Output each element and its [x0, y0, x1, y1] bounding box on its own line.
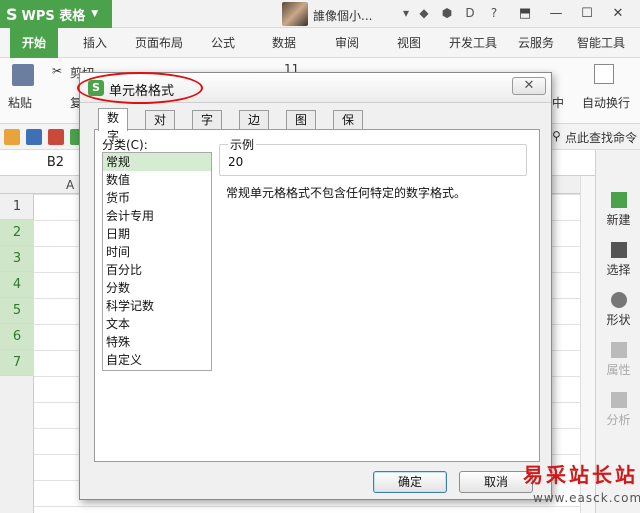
tab-border[interactable]: 边框 — [239, 110, 270, 145]
watermark-text: 易采站长站 — [523, 463, 638, 487]
minimize-icon[interactable]: — — [545, 4, 567, 24]
list-item[interactable]: 数值 — [103, 171, 211, 189]
scissors-icon[interactable]: ✂ — [52, 64, 62, 78]
chevron-down-icon[interactable]: ▾ — [399, 6, 413, 20]
wps-logo-icon: S — [88, 80, 104, 96]
dialog-close-button[interactable]: ✕ — [512, 77, 546, 95]
row-header[interactable]: 5 — [0, 298, 34, 324]
row-header[interactable]: 6 — [0, 324, 34, 350]
tab-developer[interactable]: 开发工具 — [449, 28, 497, 58]
search-icon[interactable]: ⚲ — [552, 129, 561, 143]
side-item-label: 新建 — [606, 213, 631, 227]
list-item[interactable]: 百分比 — [103, 261, 211, 279]
list-item[interactable]: 分数 — [103, 279, 211, 297]
app-name: WPS 表格 — [21, 8, 86, 24]
shapes-icon — [610, 292, 627, 308]
restore-tab-icon[interactable]: ⬒ — [514, 4, 536, 24]
tab-cloud[interactable]: 云服务 — [518, 28, 554, 58]
avatar[interactable] — [282, 2, 308, 26]
tab-page-layout[interactable]: 页面布局 — [135, 28, 183, 58]
row-header[interactable]: 7 — [0, 350, 34, 376]
side-item-analyze[interactable]: 分析 — [596, 392, 640, 428]
list-item[interactable]: 时间 — [103, 243, 211, 261]
side-item-select[interactable]: 选择 — [596, 242, 640, 278]
help-icon[interactable]: ? — [487, 6, 501, 20]
chevron-down-icon: ▼ — [91, 9, 99, 19]
row-header[interactable]: 2 — [0, 220, 34, 246]
center-button[interactable]: 中 — [552, 94, 564, 111]
tab-home[interactable]: 开始 — [10, 28, 59, 58]
new-document-icon — [610, 192, 627, 208]
title-bar: S WPS 表格 ▼ 誰像個小... ▾ ◆ ⬢ D ? ⬒ — ☐ ✕ — [0, 0, 640, 28]
tab-review[interactable]: 审阅 — [335, 28, 359, 58]
list-item[interactable]: 日期 — [103, 225, 211, 243]
tab-data[interactable]: 数据 — [272, 28, 296, 58]
list-item[interactable]: 会计专用 — [103, 207, 211, 225]
side-item-label: 属性 — [606, 363, 631, 377]
close-icon[interactable]: ✕ — [607, 4, 629, 24]
dialog-title-bar[interactable]: S 单元格格式 ✕ — [77, 72, 551, 104]
property-icon — [610, 342, 627, 358]
tab-alignment[interactable]: 对齐 — [145, 110, 176, 145]
ok-button[interactable]: 确定 — [373, 471, 447, 493]
tab-font[interactable]: 字体 — [192, 110, 223, 145]
watermark-url: www.easck.com — [533, 491, 640, 505]
watermark-logo: 易采站长站 www.easck.com — [515, 455, 640, 513]
list-item[interactable]: 科学记数 — [103, 297, 211, 315]
save-icon[interactable] — [26, 129, 42, 145]
list-item[interactable]: 自定义 — [103, 351, 211, 369]
clipboard-icon — [12, 64, 34, 86]
tab-view[interactable]: 视图 — [397, 28, 421, 58]
auto-wrap-button[interactable]: 自动换行 — [582, 94, 630, 111]
list-item[interactable]: 文本 — [103, 315, 211, 333]
sample-group: 示例 20 — [219, 136, 527, 176]
list-item[interactable]: 特殊 — [103, 333, 211, 351]
side-item-shape[interactable]: 形状 — [596, 292, 640, 328]
tab-smart-tools[interactable]: 智能工具 — [577, 28, 625, 58]
list-item[interactable]: 常规 — [103, 153, 211, 171]
tab-pattern[interactable]: 图案 — [286, 110, 317, 145]
wps-logo-icon: S — [6, 4, 18, 24]
row-headers: 1 2 3 4 5 6 7 — [0, 194, 34, 513]
row-header[interactable]: 4 — [0, 272, 34, 298]
tab-insert[interactable]: 插入 — [83, 28, 107, 58]
side-item-new[interactable]: 新建 — [596, 192, 640, 228]
find-command[interactable]: 点此查找命令 — [565, 129, 637, 146]
dialog-title: 单元格格式 — [109, 84, 175, 99]
auto-wrap-icon[interactable] — [594, 64, 614, 87]
tab-formulas[interactable]: 公式 — [211, 28, 235, 58]
ribbon-tabs: 开始 插入 页面布局 公式 数据 审阅 视图 开发工具 云服务 智能工具 — [0, 28, 640, 58]
user-name[interactable]: 誰像個小... — [313, 7, 372, 24]
skin-icon[interactable]: ◆ — [417, 6, 431, 20]
column-header-a[interactable]: A — [66, 178, 74, 192]
category-list[interactable]: 常规 数值 货币 会计专用 日期 时间 百分比 分数 科学记数 文本 特殊 自定… — [102, 152, 212, 371]
paste-button[interactable] — [12, 64, 34, 89]
sample-value: 20 — [228, 155, 244, 169]
list-item[interactable]: 货币 — [103, 189, 211, 207]
feedback-icon[interactable]: D — [463, 6, 477, 20]
app-menu-button[interactable]: S WPS 表格 ▼ — [0, 0, 112, 28]
format-description: 常规单元格格式不包含任何特定的数字格式。 — [226, 186, 467, 200]
paste-label[interactable]: 粘贴 — [8, 94, 32, 111]
tab-number[interactable]: 数字 — [98, 108, 129, 143]
tab-protection[interactable]: 保护 — [333, 110, 364, 145]
row-header[interactable]: 3 — [0, 246, 34, 272]
settings-icon[interactable]: ⬢ — [440, 6, 454, 20]
close-icon: ✕ — [523, 78, 535, 93]
side-item-label: 选择 — [606, 263, 631, 277]
side-item-label: 形状 — [606, 313, 631, 327]
number-tab-panel: 分类(C): 常规 数值 货币 会计专用 日期 时间 百分比 分数 科学记数 文… — [94, 129, 540, 462]
sample-label: 示例 — [228, 136, 257, 153]
maximize-icon[interactable]: ☐ — [576, 4, 598, 24]
print-icon[interactable] — [48, 129, 64, 145]
analyze-icon — [610, 392, 627, 408]
side-item-property[interactable]: 属性 — [596, 342, 640, 378]
side-item-label: 分析 — [606, 413, 631, 427]
open-folder-icon[interactable] — [4, 129, 20, 145]
format-cells-dialog: S 单元格格式 ✕ 数字 对齐 字体 边框 图案 保护 分类(C): 常规 数值… — [77, 72, 552, 500]
row-header[interactable]: 1 — [0, 194, 34, 220]
cursor-icon — [610, 242, 627, 258]
